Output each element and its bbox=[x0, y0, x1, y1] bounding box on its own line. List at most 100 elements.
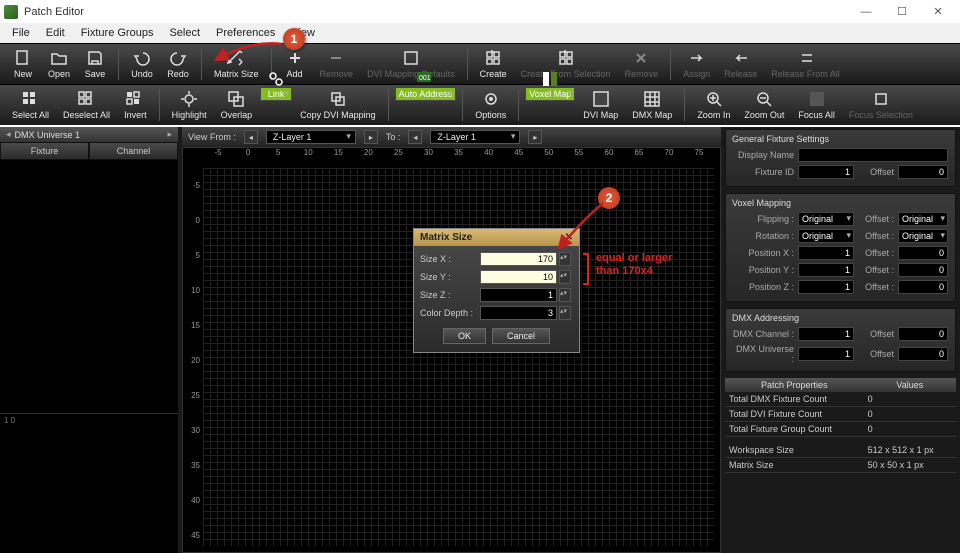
invert-icon bbox=[124, 89, 146, 109]
tool-zoom-in[interactable]: Zoom In bbox=[691, 87, 736, 123]
tool-focus-selection[interactable]: Focus Selection bbox=[843, 87, 919, 123]
view-from-next[interactable]: ▸ bbox=[364, 130, 378, 144]
tool-label: DVI Map bbox=[583, 110, 618, 120]
fixture-list[interactable] bbox=[0, 160, 178, 413]
display-name-input[interactable] bbox=[798, 148, 948, 162]
fixture-offset-input[interactable]: 0 bbox=[898, 165, 948, 179]
tool-copy-dvi-mapping[interactable]: Copy DVI Mapping bbox=[294, 87, 382, 123]
tool-select-all[interactable]: Select All bbox=[6, 87, 55, 123]
tool-highlight[interactable]: Highlight bbox=[166, 87, 213, 123]
color-depth-spinner[interactable]: ▴▾ bbox=[559, 306, 571, 320]
position-z-offset[interactable]: 0 bbox=[898, 280, 948, 294]
menu-edit[interactable]: Edit bbox=[40, 27, 71, 39]
tool-label: Redo bbox=[167, 69, 189, 79]
size-x-input[interactable] bbox=[480, 252, 557, 266]
tool-label: Focus Selection bbox=[849, 110, 913, 120]
ruler-horizontal: -5051015202530354045505560657075 bbox=[203, 148, 714, 168]
tool-create-from-selection[interactable]: Create From Selection bbox=[515, 46, 617, 82]
menubar: File Edit Fixture Groups Select Preferen… bbox=[0, 23, 960, 43]
tool-label: Invert bbox=[124, 110, 147, 120]
tool-remove[interactable]: Remove bbox=[314, 46, 360, 82]
high-icon bbox=[178, 89, 200, 109]
view-from-combo[interactable]: Z-Layer 1 bbox=[266, 130, 356, 144]
tool-auto-address[interactable]: 001Auto Address bbox=[395, 87, 457, 101]
tool-new[interactable]: New bbox=[6, 46, 40, 82]
patch-grid[interactable]: -5051015202530354045505560657075 -505101… bbox=[182, 147, 721, 553]
dialog-cancel-button[interactable]: Cancel bbox=[492, 328, 550, 344]
close-button[interactable]: ✕ bbox=[920, 2, 956, 22]
undo-icon bbox=[131, 48, 153, 68]
dmx-channel-input[interactable]: 1 bbox=[798, 327, 854, 341]
dmx-universe-input[interactable]: 1 bbox=[798, 347, 854, 361]
tool-voxel-map[interactable]: Voxel Map bbox=[525, 87, 575, 101]
maximize-button[interactable]: ☐ bbox=[884, 2, 920, 22]
tool-dmx-map[interactable]: DMX Map bbox=[626, 87, 678, 123]
menu-view[interactable]: View bbox=[285, 27, 321, 39]
fixture-id-input[interactable]: 1 bbox=[798, 165, 854, 179]
position-x-input[interactable]: 1 bbox=[798, 246, 854, 260]
dmx-channel-offset[interactable]: 0 bbox=[898, 327, 948, 341]
tool-link[interactable]: Link bbox=[260, 87, 292, 101]
tool-release[interactable]: Release bbox=[718, 46, 763, 82]
tool-save[interactable]: Save bbox=[78, 46, 112, 82]
tool-zoom-out[interactable]: Zoom Out bbox=[738, 87, 790, 123]
tool-dvi-mapping-defaults[interactable]: DVI Mapping Defaults bbox=[361, 46, 461, 82]
table-row: Total Fixture Group Count0 bbox=[725, 422, 956, 437]
tool-undo[interactable]: Undo bbox=[125, 46, 159, 82]
size-x-label: Size X : bbox=[420, 254, 478, 264]
position-y-offset[interactable]: 0 bbox=[898, 263, 948, 277]
minimize-button[interactable]: — bbox=[848, 2, 884, 22]
save-icon bbox=[84, 48, 106, 68]
position-x-offset[interactable]: 0 bbox=[898, 246, 948, 260]
position-y-input[interactable]: 1 bbox=[798, 263, 854, 277]
dialog-close-icon[interactable]: ✕ bbox=[565, 232, 573, 243]
rotation-offset-select[interactable]: Original bbox=[898, 229, 948, 243]
size-y-input[interactable] bbox=[480, 270, 557, 284]
window-title: Patch Editor bbox=[24, 6, 84, 18]
menu-fixture-groups[interactable]: Fixture Groups bbox=[75, 27, 160, 39]
tool-focus-all[interactable]: Focus All bbox=[792, 87, 841, 123]
tool-overlap[interactable]: Overlap bbox=[215, 87, 259, 123]
size-z-spinner[interactable]: ▴▾ bbox=[559, 288, 571, 302]
view-to-next[interactable]: ▸ bbox=[528, 130, 542, 144]
over-icon bbox=[225, 89, 247, 109]
tool-assign[interactable]: Assign bbox=[677, 46, 716, 82]
dialog-ok-button[interactable]: OK bbox=[443, 328, 486, 344]
table-row: Workspace Size512 x 512 x 1 px bbox=[725, 443, 956, 458]
tool-open[interactable]: Open bbox=[42, 46, 76, 82]
tool-matrix-size[interactable]: Matrix Size bbox=[208, 46, 265, 82]
tab-channel[interactable]: Channel bbox=[89, 142, 178, 160]
rotation-select[interactable]: Original bbox=[798, 229, 854, 243]
tool-release-from-all[interactable]: Release From All bbox=[765, 46, 846, 82]
dmx-universe-header[interactable]: ◂DMX Universe 1▸ bbox=[0, 127, 178, 142]
size-y-spinner[interactable]: ▴▾ bbox=[559, 270, 571, 284]
view-to-prev[interactable]: ◂ bbox=[408, 130, 422, 144]
flipping-select[interactable]: Original bbox=[798, 212, 854, 226]
tool-label: Matrix Size bbox=[214, 69, 259, 79]
tool-label: Release bbox=[724, 69, 757, 79]
size-x-spinner[interactable]: ▴▾ bbox=[559, 252, 571, 266]
view-to-combo[interactable]: Z-Layer 1 bbox=[430, 130, 520, 144]
color-depth-input[interactable] bbox=[480, 306, 557, 320]
tool-deselect-all[interactable]: Deselect All bbox=[57, 87, 116, 123]
tool-dvi-map[interactable]: DVI Map bbox=[577, 87, 624, 123]
ruler-vertical: -505101520253035404550 bbox=[183, 168, 203, 546]
tool-redo[interactable]: Redo bbox=[161, 46, 195, 82]
tool-remove[interactable]: Remove bbox=[619, 46, 665, 82]
tab-fixture[interactable]: Fixture bbox=[0, 142, 89, 160]
color-depth-label: Color Depth : bbox=[420, 308, 478, 318]
menu-preferences[interactable]: Preferences bbox=[210, 27, 281, 39]
position-z-input[interactable]: 1 bbox=[798, 280, 854, 294]
tool-invert[interactable]: Invert bbox=[118, 87, 153, 123]
menu-select[interactable]: Select bbox=[163, 27, 206, 39]
table-row: Matrix Size50 x 50 x 1 px bbox=[725, 457, 956, 472]
view-from-prev[interactable]: ◂ bbox=[244, 130, 258, 144]
open-icon bbox=[48, 48, 70, 68]
menu-file[interactable]: File bbox=[6, 27, 36, 39]
tool-options[interactable]: Options bbox=[469, 87, 512, 123]
tool-label: Select All bbox=[12, 110, 49, 120]
tool-create[interactable]: Create bbox=[474, 46, 513, 82]
dmx-universe-offset[interactable]: 0 bbox=[898, 347, 948, 361]
size-z-input[interactable] bbox=[480, 288, 557, 302]
flipping-offset-select[interactable]: Original bbox=[898, 212, 948, 226]
